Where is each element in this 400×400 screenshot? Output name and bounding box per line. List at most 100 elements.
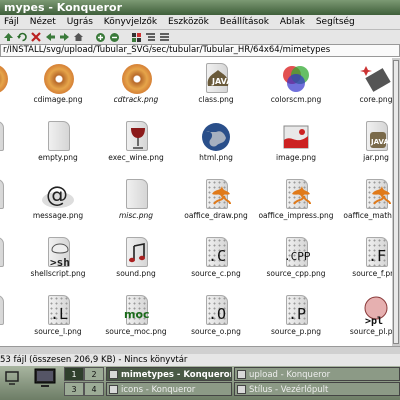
file-item[interactable]: JAVA class.png [176,58,256,114]
file-label: shellscript.png [30,269,86,278]
stop-icon[interactable] [30,32,42,43]
file-item[interactable]: .F source_f.png [336,232,392,288]
file-label: oaffice_math.png [343,211,392,220]
file-label: oaffice_impress.png [258,211,334,220]
menu-go[interactable]: Ugrás [63,15,97,29]
file-item[interactable]: oaffice_math.png [336,174,392,230]
file-item[interactable]: empty.png [18,116,98,172]
file-label: source_p.png [270,327,322,336]
file-item[interactable]: .P source_p.png [256,290,336,346]
menu-tools[interactable]: Eszközök [164,15,213,29]
back-icon[interactable] [44,32,56,43]
home-icon[interactable] [72,32,84,43]
file-item[interactable]: oaffice_draw.png [176,174,256,230]
svg-text:JAVA: JAVA [370,138,389,146]
svg-text:.F: .F [368,247,386,264]
desktop-1[interactable]: 1 [64,367,84,381]
file-item[interactable]: .L source_l.png [18,290,98,346]
konqueror-icon [109,385,118,394]
source-p-icon: .P [278,294,314,328]
file-item[interactable]: oaffice_impress.png [256,174,336,230]
file-label: oaffice_draw.png [184,211,248,220]
view-tree-icon[interactable] [144,32,156,43]
svg-text:.CPP: .CPP [284,250,311,263]
file-item[interactable]: @ message.png [18,174,98,230]
file-item[interactable]: .C source_c.png [176,232,256,288]
menu-help[interactable]: Segítség [312,15,359,29]
control-panel-icon [237,385,246,394]
file-item[interactable]: image.png [256,116,336,172]
file-label: source_l.png [34,327,82,336]
desktop-2[interactable]: 2 [84,367,104,381]
svg-text:.L: .L [50,305,68,322]
file-item[interactable]: html.png [176,116,256,172]
desktop-4[interactable]: 4 [84,382,104,396]
zoom-out-icon[interactable] [108,32,120,43]
svg-text:.P: .P [288,305,306,322]
source-f-icon: .F [358,236,392,270]
core-dump-icon [358,62,392,96]
file-label: source_f.png [352,269,392,278]
view-icons-icon[interactable] [130,32,142,43]
file-item[interactable]: misc.png [96,174,176,230]
file-label: source_pl.png [349,327,392,336]
desktop-monitor-icon[interactable] [34,368,56,388]
file-item[interactable]: sound.png [96,232,176,288]
disc-icon [118,62,154,96]
up-arrow-icon[interactable] [2,32,14,43]
menu-bookmarks[interactable]: Könyvjelzők [100,15,161,29]
view-list-icon[interactable] [158,32,170,43]
file-item[interactable]: JAVA jar.png [336,116,392,172]
menu-settings[interactable]: Beállítások [216,15,273,29]
music-note-icon [118,236,154,270]
java-jar-icon: JAVA [358,120,392,154]
wine-glass-icon [118,120,154,154]
java-class-icon: JAVA [198,62,234,96]
file-label: html.png [199,153,233,162]
task-stilus[interactable]: Stílus - Vezérlőpult [234,382,400,396]
file-item[interactable]: >plsource_pl.png [336,290,392,346]
office-birds-icon [198,178,234,212]
konqueror-icon [109,370,118,379]
menu-file[interactable]: Fájl [0,15,23,29]
toolbar [0,30,400,44]
office-birds-icon [278,178,314,212]
status-bar: 53 fájl (összesen 206,9 KB) - Nincs köny… [0,354,400,366]
file-item[interactable]: cdimage.png [18,58,98,114]
file-label: core.png [359,95,392,104]
source-cpp-icon: .CPP [278,236,314,270]
menu-window[interactable]: Ablak [276,15,309,29]
page-icon [0,178,10,212]
file-item[interactable]: colorscm.png [256,58,336,114]
file-item[interactable]: >sh shellscript.png [18,232,98,288]
globe-icon [198,120,234,154]
file-label: source_moc.png [105,327,167,336]
office-birds-icon [358,178,392,212]
at-sign-icon: @ [40,178,76,212]
source-l-icon: .L [40,294,76,328]
task-icons[interactable]: icons - Konqueror [106,382,232,396]
forward-icon[interactable] [58,32,70,43]
file-item[interactable]: core.png [336,58,392,114]
file-item[interactable]: .O source_o.png [176,290,256,346]
file-item[interactable]: moc source_moc.png [96,290,176,346]
file-label: message.png [32,211,84,220]
zoom-in-icon[interactable] [94,32,106,43]
vertical-scrollbar[interactable] [392,58,400,346]
menubar: Fájl Nézet Ugrás Könyvjelzők Eszközök Be… [0,15,400,30]
file-item[interactable]: .CPP source_cpp.png [256,232,336,288]
taskbar-menu-icon[interactable] [4,370,20,386]
shell-icon: >sh [40,236,76,270]
menu-view[interactable]: Nézet [26,15,60,29]
page-icon [0,294,10,328]
task-upload[interactable]: upload - Konqueror [234,367,400,381]
file-item[interactable]: cdtrack.png [96,58,176,114]
location-bar[interactable]: r/INSTALL/svg/upload/Tubular_SVG/sec/tub… [0,44,400,57]
color-circles-icon [278,62,314,96]
reload-icon[interactable] [16,32,28,43]
task-mimetypes[interactable]: mimetypes - Konqueror [106,367,232,381]
desktop-3[interactable]: 3 [64,382,84,396]
source-c-icon: .C [198,236,234,270]
taskbar: 1 2 3 4 mimetypes - Konqueror upload - K… [0,366,400,400]
file-item[interactable]: exec_wine.png [96,116,176,172]
